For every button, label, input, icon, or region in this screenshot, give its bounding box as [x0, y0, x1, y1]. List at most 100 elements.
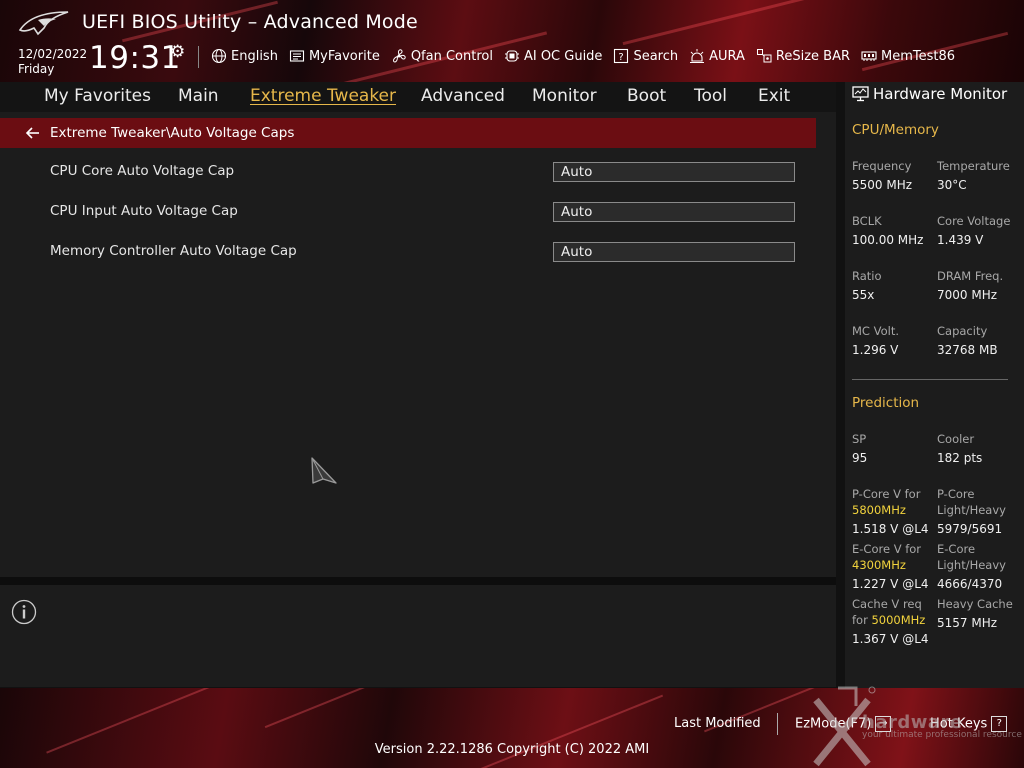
toolbar-resize-bar-label: ReSize BAR	[775, 48, 851, 64]
hw-cache-v-freq: 5000MHz	[871, 613, 926, 627]
hw-core-voltage-value: 1.439 V	[937, 233, 984, 247]
cpu-memory-heading: CPU/Memory	[852, 122, 939, 138]
toolbar-resize-bar[interactable]: ReSize BAR	[755, 47, 850, 65]
hw-ecore-v-value: 1.227 V @L4	[852, 577, 929, 591]
info-icon	[11, 599, 37, 625]
hw-mc-volt-value: 1.296 V	[852, 343, 899, 357]
watermark-subtext: your ultimate professional resource	[862, 730, 1022, 740]
help-panel	[0, 585, 836, 687]
hw-ecore-lh-label-line2: Light/Heavy	[937, 558, 1006, 572]
last-modified-button[interactable]: Last Modified	[674, 716, 761, 731]
panel-divider	[0, 577, 836, 585]
hw-dram-freq-label: DRAM Freq.	[937, 269, 1004, 283]
hw-section-divider	[852, 379, 1008, 380]
hw-cache-v-label-line2: for 5000MHz	[852, 612, 925, 628]
hw-pcore-lh-label: P-Core Light/Heavy	[937, 486, 1006, 518]
hw-bclk-value: 100.00 MHz	[852, 233, 924, 247]
tab-exit[interactable]: Exit	[758, 86, 790, 106]
svg-text:?: ?	[619, 52, 624, 63]
toolbar-memtest86-label: MemTest86	[881, 48, 956, 64]
clock-display: 19:31	[89, 40, 181, 76]
hw-ecore-v-label: E-Core V for 4300MHz	[852, 541, 921, 573]
hw-pcore-v-label: P-Core V for 5800MHz	[852, 486, 920, 518]
setting-label-memory-controller-voltage-cap: Memory Controller Auto Voltage Cap	[50, 243, 297, 259]
app-title: UEFI BIOS Utility – Advanced Mode	[82, 11, 418, 33]
toolbar-ai-oc-guide[interactable]: AI OC Guide	[503, 47, 602, 65]
hw-ecore-v-label-line1: E-Core V for	[852, 542, 922, 556]
hw-heavy-cache-value: 5157 MHz	[937, 616, 998, 630]
setting-value-memory-controller-voltage-cap[interactable]: Auto	[553, 242, 795, 262]
setting-label-cpu-core-voltage-cap: CPU Core Auto Voltage Cap	[50, 163, 235, 179]
hardware-monitor-title: Hardware Monitor	[852, 85, 1007, 103]
tab-main[interactable]: Main	[178, 86, 219, 106]
memory-icon	[860, 47, 878, 65]
hw-pcore-v-freq: 5800MHz	[852, 503, 906, 517]
hw-temperature-label: Temperature	[937, 159, 1010, 173]
aura-light-icon	[688, 47, 706, 65]
tab-boot[interactable]: Boot	[627, 86, 666, 106]
tab-extreme-tweaker[interactable]: Extreme Tweaker	[250, 86, 396, 106]
footer-separator	[777, 713, 778, 735]
day-text: Friday	[18, 62, 55, 76]
toolbar-aura[interactable]: AURA	[688, 47, 745, 65]
prediction-heading: Prediction	[852, 395, 920, 411]
hw-ratio-value: 55x	[852, 288, 875, 302]
hw-frequency-label: Frequency	[852, 159, 912, 173]
setting-label-cpu-input-voltage-cap: CPU Input Auto Voltage Cap	[50, 203, 238, 219]
hw-pcore-v-label-line1: P-Core V for	[852, 487, 921, 501]
monitor-icon	[852, 86, 869, 102]
toolbar-aura-label: AURA	[709, 48, 745, 64]
hw-cooler-value: 182 pts	[937, 451, 983, 465]
globe-icon	[210, 47, 228, 65]
hw-frequency-value: 5500 MHz	[852, 178, 913, 192]
hw-bclk-label: BCLK	[852, 214, 882, 228]
resize-bar-icon	[755, 47, 773, 65]
hw-cache-v-value: 1.367 V @L4	[852, 632, 929, 646]
toolbar-english-label: English	[231, 48, 278, 64]
ezmode-label: EzMode(F7)	[795, 716, 872, 732]
hw-core-voltage-label: Core Voltage	[937, 214, 1011, 228]
hw-pcore-lh-label-line1: P-Core	[937, 487, 975, 501]
toolbar-english[interactable]: English	[210, 47, 278, 65]
hw-cache-v-label: Cache V req for 5000MHz	[852, 596, 925, 628]
mouse-pointer-icon	[311, 457, 337, 484]
hw-pcore-v-value: 1.518 V @L4	[852, 522, 929, 536]
back-arrow-icon[interactable]	[24, 124, 42, 142]
gear-icon[interactable]: ⚙	[170, 42, 185, 62]
version-text: Version 2.22.1286 Copyright (C) 2022 AMI	[374, 742, 650, 757]
toolbar-separator	[198, 46, 199, 68]
hw-pcore-lh-value: 5979/5691	[937, 522, 1003, 536]
hw-ecore-v-freq: 4300MHz	[852, 558, 906, 572]
hw-cache-v-label-line1: Cache V req	[852, 597, 922, 611]
ai-chip-icon	[503, 47, 521, 65]
hw-capacity-value: 32768 MB	[937, 343, 998, 357]
hw-cooler-label: Cooler	[937, 432, 975, 446]
search-help-icon: ?	[612, 47, 630, 65]
toolbar-qfan-control[interactable]: Qfan Control	[390, 47, 493, 65]
hw-ratio-label: Ratio	[852, 269, 882, 283]
top-toolbar: English MyFavorite Qfan Control AI OC Gu…	[210, 46, 965, 66]
hw-heavy-cache-label: Heavy Cache	[937, 597, 1013, 611]
hw-mc-volt-label: MC Volt.	[852, 324, 899, 338]
tab-monitor[interactable]: Monitor	[532, 86, 597, 106]
hw-ecore-lh-label: E-Core Light/Heavy	[937, 541, 1006, 573]
setting-value-cpu-input-voltage-cap[interactable]: Auto	[553, 202, 795, 222]
date-text: 12/02/2022	[18, 47, 88, 61]
date-display: 12/02/2022 Friday	[18, 47, 87, 77]
setting-value-cpu-core-voltage-cap[interactable]: Auto	[553, 162, 795, 182]
toolbar-search[interactable]: ? Search	[612, 47, 678, 65]
hw-temperature-value: 30°C	[937, 178, 967, 192]
hw-ecore-lh-label-line1: E-Core	[937, 542, 976, 556]
hw-pcore-lh-label-line2: Light/Heavy	[937, 503, 1006, 517]
toolbar-ai-oc-label: AI OC Guide	[523, 48, 603, 64]
toolbar-qfan-label: Qfan Control	[410, 48, 493, 64]
toolbar-myfavorite-label: MyFavorite	[308, 48, 380, 64]
tab-my-favorites[interactable]: My Favorites	[44, 86, 151, 106]
hw-cache-v-prefix: for	[852, 613, 872, 627]
toolbar-memtest86[interactable]: MemTest86	[860, 47, 955, 65]
hw-dram-freq-value: 7000 MHz	[937, 288, 998, 302]
tab-tool[interactable]: Tool	[694, 86, 727, 106]
tab-advanced[interactable]: Advanced	[421, 86, 505, 106]
toolbar-myfavorite[interactable]: MyFavorite	[288, 47, 380, 65]
toolbar-search-label: Search	[633, 48, 679, 64]
